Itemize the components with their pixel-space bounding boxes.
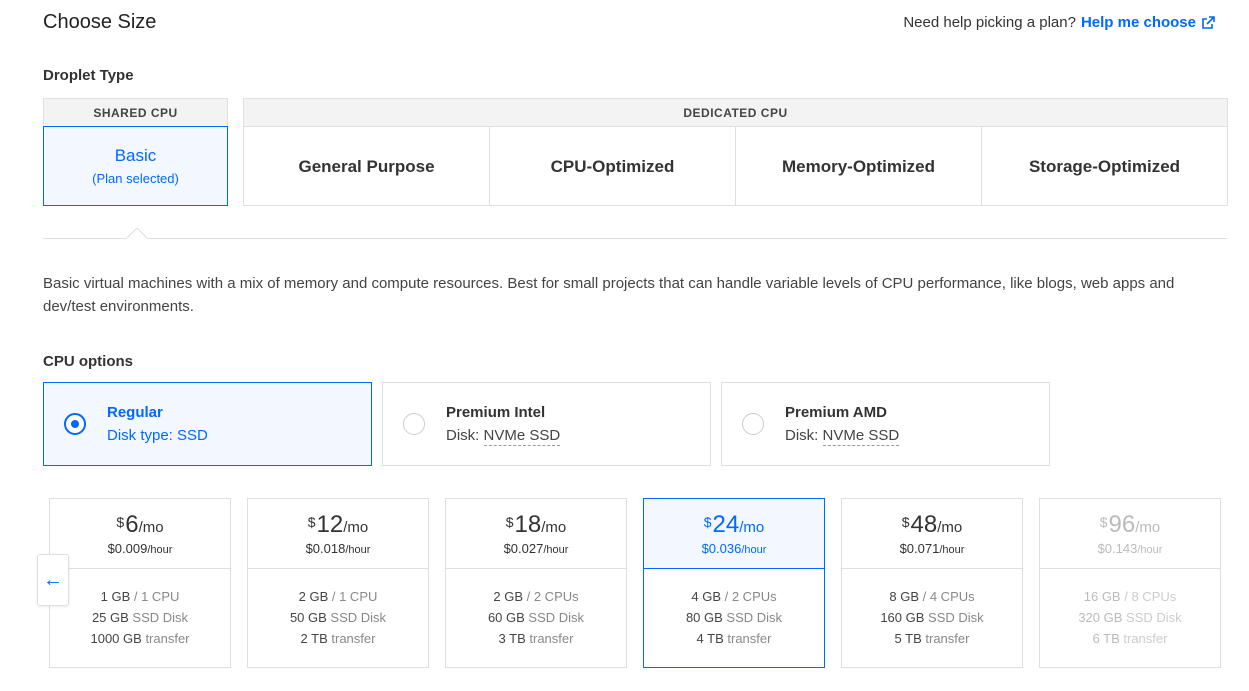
disk-type-tooltip[interactable]: NVMe SSD (822, 427, 900, 446)
external-link-icon[interactable] (1201, 15, 1215, 30)
plan-price: $12/mo (307, 511, 369, 538)
cpu-option-name: Premium AMD (785, 404, 887, 421)
plan-specs: 2 GB / 2 CPUs 60 GB SSD Disk 3 TB transf… (487, 589, 585, 646)
plan-price: $18/mo (505, 511, 567, 538)
plan-hourly: $0.143/hour (1097, 541, 1163, 556)
plan-price: $6/mo (116, 511, 164, 538)
plan-description: Basic virtual machines with a mix of mem… (43, 275, 1175, 315)
plan-card-12[interactable]: $12/mo $0.018/hour 2 GB / 1 CPU 50 GB SS… (247, 498, 429, 668)
plan-selected-note: (Plan selected) (92, 171, 179, 186)
dedicated-cpu-group: DEDICATED CPU General Purpose CPU-Optimi… (243, 98, 1228, 206)
plan-hourly: $0.027/hour (503, 541, 569, 556)
plan-card-96[interactable]: $96/mo $0.143/hour 16 GB / 8 CPUs 320 GB… (1039, 498, 1221, 668)
plan-specs: 8 GB / 4 CPUs 160 GB SSD Disk 5 TB trans… (880, 589, 984, 646)
help-me-choose-link[interactable]: Help me choose (1081, 14, 1196, 31)
selection-divider (43, 238, 1227, 239)
basic-plan-option[interactable]: Basic (Plan selected) (43, 126, 228, 206)
plan-hourly: $0.071/hour (899, 541, 965, 556)
radio-icon[interactable] (403, 413, 425, 435)
plan-price: $48/mo (901, 511, 963, 538)
radio-selected-icon[interactable] (64, 413, 86, 435)
plan-card-48[interactable]: $48/mo $0.071/hour 8 GB / 4 CPUs 160 GB … (841, 498, 1023, 668)
cpu-option-regular[interactable]: Regular Disk type: SSD (43, 382, 372, 466)
cpu-option-disk: Disk: NVMe SSD (785, 427, 900, 446)
plan-price: $96/mo (1099, 511, 1161, 538)
disk-type-tooltip[interactable]: NVMe SSD (483, 427, 561, 446)
cpu-options-label: CPU options (43, 353, 133, 370)
radio-icon[interactable] (742, 413, 764, 435)
plan-hourly: $0.018/hour (305, 541, 371, 556)
cpu-option-premium-amd[interactable]: Premium AMD Disk: NVMe SSD (721, 382, 1050, 466)
plan-specs: 1 GB / 1 CPU 25 GB SSD Disk 1000 GB tran… (90, 589, 190, 646)
plan-hourly: $0.009/hour (107, 541, 173, 556)
cpu-option-disk: Disk type: SSD (107, 427, 208, 444)
dedicated-cpu-header: DEDICATED CPU (244, 99, 1227, 127)
droplet-type-label: Droplet Type (43, 67, 134, 84)
cpu-optimized-option[interactable]: CPU-Optimized (490, 127, 736, 206)
help-section: Need help picking a plan? Help me choose (903, 14, 1215, 31)
arrow-left-icon: ← (43, 568, 63, 591)
help-text: Need help picking a plan? (903, 14, 1076, 31)
cpu-option-name: Premium Intel (446, 404, 546, 421)
plan-card-18[interactable]: $18/mo $0.027/hour 2 GB / 2 CPUs 60 GB S… (445, 498, 627, 668)
memory-optimized-option[interactable]: Memory-Optimized (736, 127, 982, 206)
plan-price: $24/mo (703, 511, 765, 538)
plan-specs: 16 GB / 8 CPUs 320 GB SSD Disk 6 TB tran… (1078, 589, 1182, 646)
plan-card-6[interactable]: $6/mo $0.009/hour 1 GB / 1 CPU 25 GB SSD… (49, 498, 231, 668)
cpu-option-disk: Disk: NVMe SSD (446, 427, 561, 446)
basic-plan-name: Basic (114, 146, 157, 165)
shared-cpu-group: SHARED CPU Basic (Plan selected) (43, 98, 228, 206)
storage-optimized-option[interactable]: Storage-Optimized (982, 127, 1227, 206)
cpu-option-name: Regular (107, 404, 163, 421)
plan-hourly: $0.036/hour (701, 541, 767, 556)
cpu-option-premium-intel[interactable]: Premium Intel Disk: NVMe SSD (382, 382, 711, 466)
page-title: Choose Size (43, 11, 157, 33)
plan-specs: 2 GB / 1 CPU 50 GB SSD Disk 2 TB transfe… (289, 589, 387, 646)
selection-pointer-icon (127, 228, 147, 248)
shared-cpu-header: SHARED CPU (44, 99, 227, 127)
scroll-left-button[interactable]: ← (37, 554, 69, 606)
plan-specs: 4 GB / 2 CPUs 80 GB SSD Disk 4 TB transf… (685, 589, 783, 646)
general-purpose-option[interactable]: General Purpose (244, 127, 490, 206)
plan-card-24[interactable]: $24/mo $0.036/hour 4 GB / 2 CPUs 80 GB S… (643, 498, 825, 668)
